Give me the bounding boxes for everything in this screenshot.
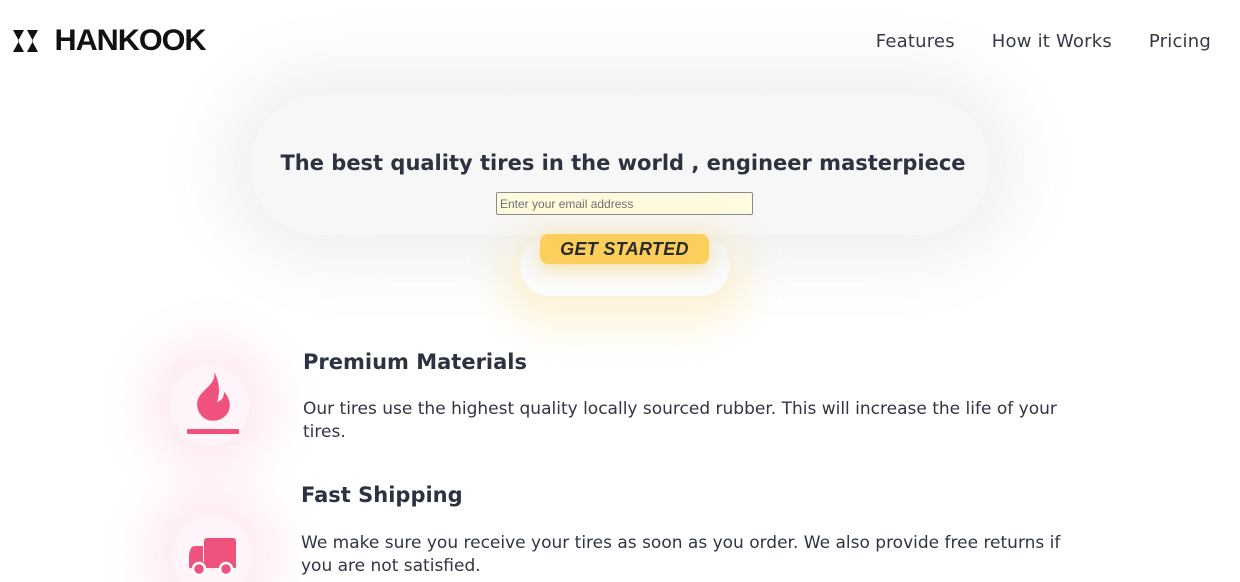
flame-icon: [187, 372, 239, 434]
hankook-logo-icon: [13, 30, 38, 52]
feature-text-premium-materials: Our tires use the highest quality locall…: [303, 399, 1057, 442]
hero-title: The best quality tires in the world , en…: [280, 151, 966, 175]
main-nav: Features How it Works Pricing: [876, 31, 1211, 52]
get-started-button[interactable]: GET STARTED: [540, 234, 709, 264]
email-input[interactable]: [496, 192, 753, 215]
feature-title-premium-materials: Premium Materials: [303, 350, 527, 374]
nav-pricing[interactable]: Pricing: [1149, 31, 1211, 52]
feature-title-fast-shipping: Fast Shipping: [301, 483, 463, 507]
nav-features[interactable]: Features: [876, 31, 955, 52]
logo-text: HANKOOK: [54, 24, 207, 57]
nav-how-it-works[interactable]: How it Works: [992, 31, 1112, 52]
landing-page: HANKOOK Features How it Works Pricing Th…: [0, 0, 1240, 582]
truck-icon: [189, 538, 236, 577]
feature-text-fast-shipping: We make sure you receive your tires as s…: [301, 533, 1061, 576]
hankook-logo[interactable]: HANKOOK: [10, 24, 207, 57]
